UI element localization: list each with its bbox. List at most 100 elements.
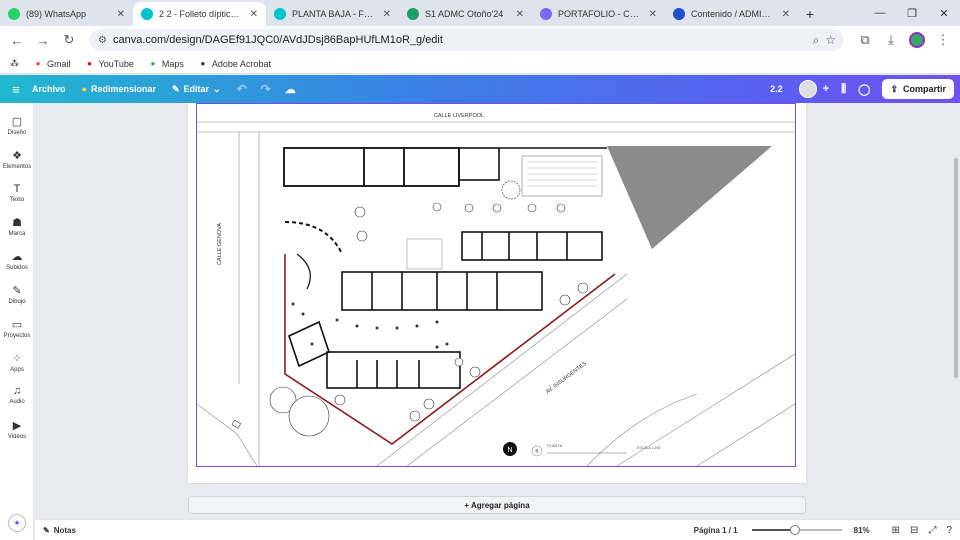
browser-tab[interactable]: S1 ADMC Otoño'24 ✕ (399, 2, 532, 26)
rail-item-texto[interactable]: T Texto (0, 183, 34, 203)
bookmark-favicon-icon: ● (87, 59, 92, 68)
apps-grid-icon[interactable]: ⁂ (10, 58, 19, 69)
redo-icon[interactable]: ↷ (261, 82, 271, 96)
bookmark-star-icon[interactable]: ☆ (825, 33, 836, 47)
street-label-left: CALLE GENOVA (217, 223, 223, 265)
tab-title: PORTAFOLIO - Carta forma (558, 9, 643, 19)
tab-close-icon[interactable]: ✕ (649, 9, 657, 20)
new-tab-button[interactable]: + (798, 2, 822, 26)
bookmark-favicon-icon: ● (200, 59, 206, 68)
floor-plan-image[interactable]: CALLE LIVERPOOL CALLE GENOVA AV. INSURGE… (196, 103, 796, 467)
browser-tab[interactable]: PLANTA BAJA - Folleto díp ✕ (266, 2, 399, 26)
url-field[interactable]: ⚙ canva.com/design/DAGEf91JQC0/AVdJDsj86… (90, 29, 844, 51)
tab-close-icon[interactable]: ✕ (117, 9, 125, 20)
restore-icon[interactable]: ❐ (896, 0, 928, 26)
rail-item-videos[interactable]: ▶ Videos (0, 419, 34, 440)
minimize-icon[interactable]: — (864, 0, 896, 26)
bookmark-label: Maps (161, 58, 184, 69)
edit-label: Editar (183, 84, 210, 94)
rail-item-elementos[interactable]: ❖ Elementos (0, 149, 34, 170)
notes-label: Notas (53, 525, 76, 535)
rail-icon: ☗ (12, 217, 22, 230)
tab-favicon-icon (141, 8, 153, 20)
legend-letter: B (535, 449, 539, 455)
bookmark-label: Gmail (47, 58, 71, 69)
rail-item-diseño[interactable]: ▢ Diseño (0, 115, 34, 136)
share-button[interactable]: ⇪ Compartir (882, 79, 954, 99)
rail-icon: ✎ (12, 285, 22, 297)
bookmark-favicon-icon: ● (35, 59, 41, 68)
fullscreen-icon[interactable]: ⤢ (928, 525, 936, 536)
zoom-level[interactable]: 81% (854, 526, 870, 535)
rail-item-apps[interactable]: ⁘ Apps (0, 352, 34, 373)
rail-label: Apps (10, 366, 24, 373)
cloud-save-icon[interactable]: ☁ (285, 83, 296, 96)
bookmark-item[interactable]: ● YouTube (85, 59, 134, 69)
browser-tab[interactable]: Contenido / ADMINISTRAC ✕ (665, 2, 798, 26)
rail-item-dibujo[interactable]: ✎ Dibujo (0, 284, 34, 305)
tab-title: (89) WhatsApp (26, 9, 87, 19)
browser-tab[interactable]: (89) WhatsApp ✕ (0, 2, 133, 26)
menu-kebab-icon[interactable]: ⋮ (932, 29, 954, 51)
resize-button[interactable]: ● Redimensionar (82, 84, 156, 94)
magic-sparkle-icon[interactable]: ✦ (8, 514, 26, 532)
zoom-icon[interactable]: ⌕ (813, 33, 820, 48)
extensions-icon[interactable]: ⧉ (854, 29, 876, 51)
page-indicator[interactable]: Página 1 / 1 (694, 526, 738, 535)
document-title[interactable]: 2.2 (770, 84, 783, 94)
insights-chart-icon[interactable]: ⫼ (841, 83, 846, 96)
rail-item-subidos[interactable]: ☁ Subidos (0, 250, 34, 271)
vertical-scrollbar[interactable] (954, 158, 958, 378)
hamburger-menu-icon[interactable]: ≡ (0, 82, 32, 97)
url-text: canva.com/design/DAGEf91JQC0/AVdJDsj86Ba… (112, 34, 443, 46)
add-collaborator-icon[interactable]: + (823, 83, 829, 95)
comments-icon[interactable]: ◯ (858, 83, 870, 96)
north-label: N (507, 447, 512, 454)
reload-icon[interactable]: ↻ (58, 29, 80, 51)
notes-button[interactable]: ✎ Notas (43, 526, 76, 535)
zoom-slider[interactable] (751, 525, 842, 535)
download-icon[interactable]: ⤓ (880, 29, 902, 51)
browser-tab[interactable]: 2 2 - Folleto díptico (43,1 x ✕ (133, 2, 266, 26)
rail-item-audio[interactable]: ♫ Audio (0, 385, 34, 405)
add-page-button[interactable]: + Agregar página (188, 496, 806, 514)
design-page[interactable]: CALLE LIVERPOOL CALLE GENOVA AV. INSURGE… (188, 103, 806, 483)
tab-close-icon[interactable]: ✕ (250, 9, 258, 20)
street-label-diagonal: AV. INSURGENTES (545, 361, 588, 396)
pencil-icon: ✎ (171, 83, 180, 94)
tab-title: S1 ADMC Otoño'24 (425, 9, 504, 19)
zoom-slider-handle[interactable] (790, 525, 801, 535)
tab-favicon-icon (274, 8, 286, 20)
edit-menu[interactable]: ✎ Editar ⌄ (172, 84, 221, 95)
tab-list: (89) WhatsApp✕2 2 - Folleto díptico (43,… (0, 2, 798, 26)
help-icon[interactable]: ? (946, 525, 952, 536)
browser-tab[interactable]: PORTAFOLIO - Carta forma ✕ (532, 2, 665, 26)
browser-tab-strip: (89) WhatsApp✕2 2 - Folleto díptico (43,… (0, 0, 960, 26)
archivo-menu[interactable]: Archivo (32, 84, 66, 94)
site-info-icon[interactable]: ⚙ (98, 35, 107, 46)
rail-label: Texto (9, 196, 25, 203)
rail-item-proyectos[interactable]: ▭ Proyectos (0, 318, 34, 339)
rail-icon: ▢ (11, 116, 23, 128)
bookmark-item[interactable]: ● Adobe Acrobat (198, 59, 270, 69)
bookmark-item[interactable]: ● Gmail (33, 59, 71, 69)
collaborator-avatar[interactable] (798, 80, 817, 98)
bookmark-item[interactable]: ● Maps (148, 58, 184, 69)
tab-title: Contenido / ADMINISTRAC (691, 9, 776, 19)
page-view-icon[interactable]: ⊟ (910, 525, 918, 536)
rail-item-marca[interactable]: ☗ Marca (0, 216, 34, 237)
tab-close-icon[interactable]: ✕ (516, 9, 524, 20)
rail-label: Dibujo (8, 299, 26, 305)
close-window-icon[interactable]: ✕ (928, 0, 960, 26)
bookmark-list: ● Gmail ● YouTube ● Maps ● Adobe Acrobat (33, 59, 271, 69)
grid-view-icon[interactable]: ⊞ (892, 525, 900, 536)
share-icon: ⇪ (890, 83, 898, 94)
tab-close-icon[interactable]: ✕ (383, 9, 391, 20)
rail-icon: ▶ (12, 420, 22, 433)
forward-icon[interactable]: → (32, 29, 54, 51)
back-icon[interactable]: ← (6, 29, 28, 51)
tab-close-icon[interactable]: ✕ (782, 9, 790, 20)
undo-icon[interactable]: ↶ (237, 82, 247, 96)
profile-avatar[interactable] (906, 29, 928, 51)
rail-label: Subidos (6, 265, 28, 272)
